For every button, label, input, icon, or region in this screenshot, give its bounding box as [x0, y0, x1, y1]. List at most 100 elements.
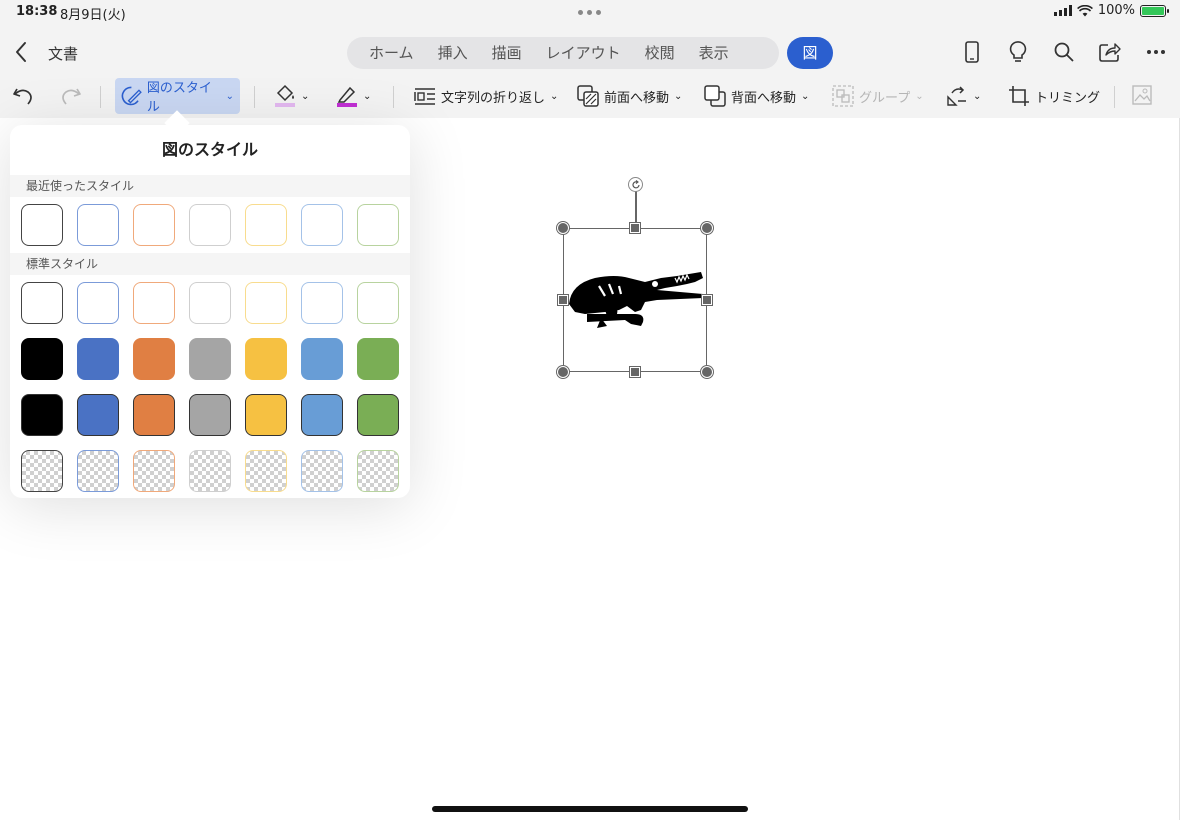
standard-styles-row-outline [10, 275, 410, 331]
style-swatch[interactable] [133, 282, 175, 324]
home-indicator[interactable] [432, 806, 748, 812]
style-swatch[interactable] [357, 394, 399, 436]
chevron-down-icon: ⌄ [973, 90, 982, 102]
style-swatch[interactable] [245, 338, 287, 380]
bring-forward-icon [577, 85, 599, 107]
alt-text-button[interactable] [1132, 78, 1156, 114]
bring-forward-button[interactable]: 前面へ移動 ⌄ [577, 78, 682, 114]
toolbar-divider [100, 86, 101, 108]
signal-icon [1053, 5, 1072, 16]
undo-button[interactable] [12, 78, 36, 114]
resize-handle-right[interactable] [702, 295, 712, 305]
style-swatch[interactable] [301, 204, 343, 246]
rotate-arrow-icon [631, 179, 640, 188]
resize-handle-top-right[interactable] [701, 222, 713, 234]
resize-handle-top-left[interactable] [557, 222, 569, 234]
style-swatch[interactable] [245, 394, 287, 436]
style-swatch[interactable] [301, 394, 343, 436]
lightbulb-icon[interactable] [1004, 38, 1032, 66]
send-backward-button[interactable]: 背面へ移動 ⌄ [704, 78, 809, 114]
group-button[interactable]: グループ ⌄ [832, 78, 924, 114]
status-bar: 18:38 8月9日(火) 100% [0, 0, 1180, 24]
pen-icon [337, 86, 357, 107]
more-icon[interactable] [1142, 38, 1170, 66]
style-swatch[interactable] [357, 282, 399, 324]
rotation-handle[interactable] [628, 177, 643, 192]
tab-view[interactable]: 表示 [687, 37, 741, 69]
style-swatch[interactable] [189, 338, 231, 380]
fill-color-button[interactable]: ⌄ [274, 78, 309, 114]
crop-icon [1009, 86, 1029, 106]
resize-handle-bottom-right[interactable] [701, 366, 713, 378]
style-swatch[interactable] [133, 204, 175, 246]
chevron-down-icon: ⌄ [550, 90, 559, 102]
recent-styles-header: 最近使ったスタイル [10, 175, 410, 197]
style-swatch[interactable] [189, 204, 231, 246]
style-swatch[interactable] [21, 394, 63, 436]
chevron-down-icon: ⌄ [225, 90, 234, 102]
style-swatch[interactable] [77, 204, 119, 246]
tab-picture[interactable]: 図 [787, 37, 833, 69]
wifi-icon [1076, 4, 1093, 16]
multitasking-dots-icon[interactable] [578, 10, 601, 15]
top-navigation: 文書 ホーム 挿入 描画 レイアウト 校閲 表示 図 [0, 30, 1180, 74]
style-swatch[interactable] [189, 282, 231, 324]
share-icon[interactable] [1096, 38, 1124, 66]
style-swatch[interactable] [357, 204, 399, 246]
chevron-down-icon: ⌄ [801, 90, 810, 102]
resize-handle-bottom-left[interactable] [557, 366, 569, 378]
style-swatch[interactable] [189, 394, 231, 436]
standard-styles-row-fill-outline [10, 387, 410, 443]
chevron-down-icon: ⌄ [915, 90, 924, 102]
style-swatch[interactable] [245, 282, 287, 324]
search-icon[interactable] [1050, 38, 1078, 66]
image-alt-text-icon [1132, 85, 1152, 105]
wrap-text-button[interactable]: 文字列の折り返し ⌄ [414, 78, 558, 114]
battery-icon [1140, 4, 1169, 17]
line-color-button[interactable]: ⌄ [336, 78, 371, 114]
rotate-button[interactable]: ⌄ [946, 78, 981, 114]
resize-handle-left[interactable] [558, 295, 568, 305]
resize-handle-top[interactable] [630, 223, 640, 233]
send-backward-label: 背面へ移動 [731, 90, 797, 106]
tab-insert[interactable]: 挿入 [426, 37, 480, 69]
style-swatch[interactable] [301, 450, 343, 492]
style-swatch[interactable] [21, 338, 63, 380]
status-time: 18:38 [16, 4, 58, 19]
redo-button[interactable] [58, 78, 82, 114]
style-swatch[interactable] [189, 450, 231, 492]
tab-home[interactable]: ホーム [357, 37, 426, 69]
send-backward-icon [704, 85, 726, 107]
tab-draw[interactable]: 描画 [480, 37, 534, 69]
style-swatch[interactable] [21, 450, 63, 492]
style-swatch[interactable] [77, 282, 119, 324]
picture-styles-button[interactable]: 図のスタイル ⌄ [115, 78, 240, 115]
paint-bucket-icon [275, 84, 295, 107]
group-label: グループ [859, 90, 911, 106]
status-date: 8月9日(火) [60, 8, 126, 23]
style-swatch[interactable] [301, 338, 343, 380]
tab-review[interactable]: 校閲 [633, 37, 687, 69]
wrap-text-label: 文字列の折り返し [441, 90, 546, 106]
style-swatch[interactable] [133, 450, 175, 492]
style-swatch[interactable] [301, 282, 343, 324]
style-swatch[interactable] [245, 204, 287, 246]
tab-layout[interactable]: レイアウト [534, 37, 633, 69]
standard-styles-row-fill [10, 331, 410, 387]
phone-icon[interactable] [958, 38, 986, 66]
style-swatch[interactable] [357, 450, 399, 492]
style-swatch[interactable] [133, 394, 175, 436]
crop-button[interactable]: トリミング [1008, 78, 1100, 114]
back-chevron-icon[interactable] [10, 38, 34, 66]
document-title[interactable]: 文書 [48, 43, 78, 64]
style-swatch[interactable] [21, 282, 63, 324]
resize-handle-bottom[interactable] [630, 367, 640, 377]
style-swatch[interactable] [357, 338, 399, 380]
style-swatch[interactable] [77, 450, 119, 492]
style-swatch[interactable] [77, 394, 119, 436]
style-swatch[interactable] [245, 450, 287, 492]
style-swatch[interactable] [133, 338, 175, 380]
picture-styles-icon [121, 86, 142, 106]
style-swatch[interactable] [77, 338, 119, 380]
style-swatch[interactable] [21, 204, 63, 246]
